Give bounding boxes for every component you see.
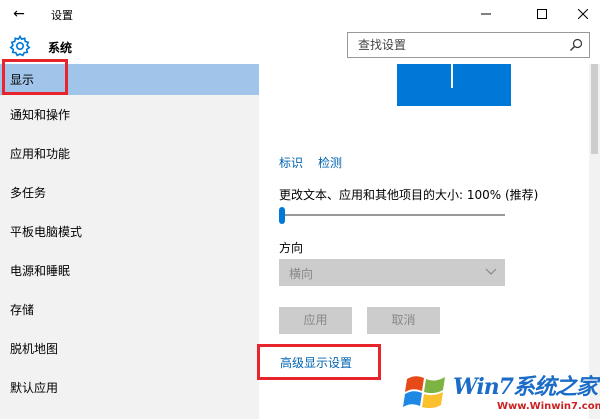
advanced-display-settings-link[interactable]: 高级显示设置	[280, 354, 352, 371]
chevron-down-icon	[485, 268, 497, 275]
search-input[interactable]	[358, 37, 558, 53]
scale-label: 更改文本、应用和其他项目的大小: 100% (推荐)	[279, 188, 539, 202]
sidebar-item-apps[interactable]: 应用和功能	[0, 138, 259, 169]
watermark-brand: Win7系统之家	[453, 374, 598, 400]
scale-slider-track[interactable]	[279, 214, 505, 216]
title-bar: ← 设置	[0, 0, 600, 28]
maximize-icon[interactable]	[519, 0, 565, 28]
cancel-button[interactable]: 取消	[367, 307, 440, 334]
watermark-site: Www.Winwin7.com	[497, 401, 600, 412]
sidebar-item-power-sleep[interactable]: 电源和睡眠	[0, 255, 259, 286]
search-box[interactable]	[347, 32, 590, 58]
page-title: 系统	[48, 41, 73, 55]
sidebar-item-offline-maps[interactable]: 脱机地图	[0, 333, 259, 364]
page-header: 系统	[0, 28, 600, 64]
monitor-preview[interactable]	[397, 64, 511, 106]
minimize-icon[interactable]	[463, 0, 509, 28]
sidebar-item-storage[interactable]: 存储	[0, 294, 259, 325]
orientation-label: 方向	[279, 241, 304, 255]
search-icon[interactable]	[569, 38, 583, 52]
orientation-value: 横向	[289, 267, 314, 281]
sidebar-item-default-apps[interactable]: 默认应用	[0, 372, 259, 403]
detect-link[interactable]: 检测	[318, 154, 342, 171]
back-arrow-icon[interactable]: ←	[9, 4, 29, 24]
sidebar-item-label: 电源和睡眠	[10, 264, 71, 278]
scrollbar-thumb[interactable]	[591, 64, 598, 154]
sidebar-item-multitasking[interactable]: 多任务	[0, 177, 259, 208]
sidebar-item-label: 存储	[10, 303, 35, 317]
apply-button[interactable]: 应用	[279, 307, 352, 334]
close-icon[interactable]	[560, 0, 600, 28]
sidebar: 显示 通知和操作 应用和功能 多任务 平板电脑模式 电源和睡眠 存储 脱机地图 …	[0, 64, 259, 419]
monitor-divider	[451, 64, 453, 88]
windows-logo-icon	[403, 376, 445, 409]
sidebar-item-notifications[interactable]: 通知和操作	[0, 99, 259, 130]
scale-slider-thumb[interactable]	[279, 207, 285, 224]
window-title: 设置	[51, 9, 73, 22]
sidebar-item-label: 默认应用	[10, 381, 59, 395]
sidebar-item-label: 应用和功能	[10, 147, 71, 161]
orientation-select[interactable]: 横向	[279, 259, 505, 286]
sidebar-item-label: 多任务	[10, 186, 47, 200]
sidebar-item-label: 脱机地图	[10, 342, 59, 356]
identify-link[interactable]: 标识	[279, 154, 303, 171]
sidebar-item-label: 平板电脑模式	[10, 225, 83, 239]
gear-icon	[9, 34, 31, 57]
sidebar-item-label: 显示	[10, 73, 35, 87]
sidebar-item-display[interactable]: 显示	[0, 64, 259, 95]
sidebar-item-tablet-mode[interactable]: 平板电脑模式	[0, 216, 259, 247]
sidebar-item-label: 通知和操作	[10, 108, 71, 122]
watermark: Win7系统之家 Www.Winwin7.com	[401, 357, 600, 419]
